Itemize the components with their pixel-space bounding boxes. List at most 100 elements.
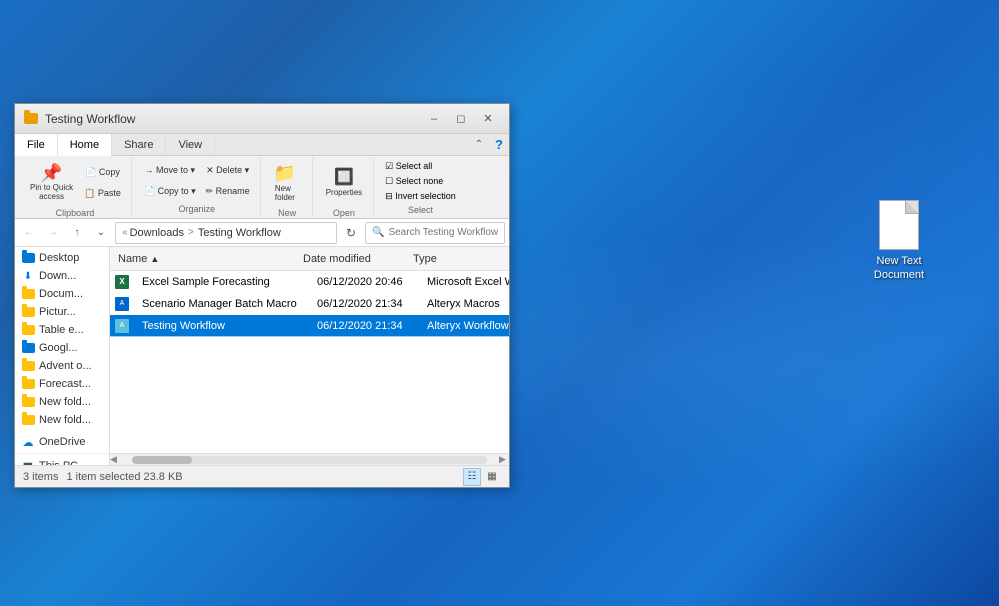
move-to-button[interactable]: → Move to ▾ (140, 161, 200, 181)
minimize-button[interactable]: ‒ (421, 109, 447, 129)
sidebar-item-desktop[interactable]: Desktop (15, 249, 109, 267)
selected-info: 1 item selected 23.8 KB (66, 471, 182, 483)
select-all-button[interactable]: ☑ Select all (382, 160, 459, 173)
organize-label: Organize (140, 202, 254, 214)
ribbon-tabs: File Home Share View ⌃ ? (15, 134, 509, 156)
tab-file[interactable]: File (15, 134, 58, 156)
open-buttons: 🔲 Properties (321, 160, 367, 206)
tab-view[interactable]: View (166, 134, 215, 155)
paste-button[interactable]: 📋 Paste (80, 184, 125, 204)
file-name-workflow: Testing Workflow (134, 320, 309, 332)
excel-file-icon: X (114, 274, 130, 290)
file-list: Name ▲ Date modified Type Size (110, 247, 509, 453)
column-header-size[interactable]: Size (505, 253, 509, 265)
search-input[interactable] (388, 227, 520, 238)
sidebar-item-table[interactable]: Table e... (15, 321, 109, 339)
search-box[interactable]: 🔍 (365, 222, 505, 244)
properties-icon: 🔲 (334, 170, 354, 186)
new-folder-button[interactable]: 📁 Newfolder (269, 160, 301, 206)
column-header-type[interactable]: Type (405, 253, 505, 265)
maximize-button[interactable]: ◻ (448, 109, 474, 129)
scroll-right-button[interactable]: ▶ (499, 454, 509, 465)
sidebar-item-google[interactable]: Googl... (15, 339, 109, 357)
title-bar-icons (23, 111, 39, 127)
recent-locations-button[interactable]: ⌄ (91, 223, 111, 243)
help-button[interactable]: ? (489, 134, 509, 154)
sidebar-item-pictures[interactable]: Pictur... (15, 303, 109, 321)
details-view-button[interactable]: ☷ (463, 468, 481, 486)
ribbon-group-open: 🔲 Properties Open (315, 158, 374, 216)
invert-selection-button[interactable]: ⊟ Invert selection (382, 190, 459, 203)
sidebar-onedrive-label: OneDrive (39, 436, 85, 448)
crumb-testing-workflow[interactable]: Testing Workflow (198, 227, 281, 239)
sidebar-onedrive-icon: ☁ (21, 435, 35, 449)
sidebar-item-new-folder-1[interactable]: New fold... (15, 393, 109, 411)
file-row-scenario-manager[interactable]: A Scenario Manager Batch Macro 06/12/202… (110, 293, 509, 315)
file-date-workflow: 06/12/2020 21:34 (309, 320, 419, 332)
address-path[interactable]: « Downloads > Testing Workflow (115, 222, 337, 244)
sidebar-new-folder-1-icon (21, 395, 35, 409)
sidebar-item-onedrive[interactable]: ☁ OneDrive (15, 433, 109, 451)
file-list-empty-space (110, 337, 509, 453)
ribbon-group-select: ☑ Select all ☐ Select none ⊟ Invert sele… (376, 158, 465, 216)
tab-home[interactable]: Home (58, 134, 112, 156)
ribbon: File Home Share View ⌃ ? 📌 Pin t (15, 134, 509, 219)
file-row-testing-workflow[interactable]: A Testing Workflow 06/12/2020 21:34 Alte… (110, 315, 509, 337)
large-icons-view-button[interactable]: ▦ (483, 468, 501, 486)
sidebar-item-forecast[interactable]: Forecast... (15, 375, 109, 393)
crumb-separator-1: « (122, 227, 128, 238)
scroll-thumb[interactable] (132, 456, 192, 464)
ribbon-group-clipboard: 📌 Pin to Quickaccess 📄 Copy 📋 Paste Clip… (19, 158, 132, 216)
tab-share[interactable]: Share (112, 134, 166, 155)
sidebar-item-this-pc[interactable]: 💻 This PC (15, 457, 109, 465)
clipboard-label: Clipboard (25, 206, 125, 218)
sidebar-downloads-label: Down... (39, 270, 76, 282)
sidebar-documents-icon (21, 287, 35, 301)
sidebar-forecast-icon (21, 377, 35, 391)
sidebar-item-downloads[interactable]: ⬇ Down... (15, 267, 109, 285)
delete-button[interactable]: ✕ Delete ▾ (202, 161, 254, 181)
alteryx-macro-file-icon: A (114, 296, 130, 312)
select-label: Select (382, 203, 459, 215)
view-controls: ☷ ▦ (463, 468, 501, 486)
sidebar: Desktop ⬇ Down... Docum... Pictur... (15, 247, 110, 465)
sidebar-item-advent[interactable]: Advent o... (15, 357, 109, 375)
column-header-date[interactable]: Date modified (295, 253, 405, 265)
alteryx-workflow-file-icon: A (114, 318, 130, 334)
text-document-icon (879, 200, 919, 250)
sidebar-item-new-folder-2[interactable]: New fold... (15, 411, 109, 429)
new-buttons: 📁 Newfolder (269, 160, 306, 206)
pin-to-quick-access-button[interactable]: 📌 Pin to Quickaccess (25, 160, 78, 206)
file-date-scenario: 06/12/2020 21:34 (309, 298, 419, 310)
properties-button[interactable]: 🔲 Properties (321, 160, 367, 206)
horizontal-scrollbar[interactable]: ◀ ▶ (110, 453, 509, 465)
select-none-button[interactable]: ☐ Select none (382, 175, 459, 188)
new-label: New (269, 206, 306, 218)
file-type-workflow: Alteryx Workflow (419, 320, 509, 332)
sidebar-forecast-label: Forecast... (39, 378, 91, 390)
forward-button[interactable]: → (43, 223, 63, 243)
copy-to-button[interactable]: 📄 Copy to ▾ (140, 182, 200, 202)
sidebar-advent-label: Advent o... (39, 360, 92, 372)
refresh-button[interactable]: ↻ (341, 223, 361, 243)
ribbon-collapse-button[interactable]: ⌃ (469, 134, 489, 154)
sidebar-desktop-icon (21, 251, 35, 265)
column-header-name[interactable]: Name ▲ (110, 253, 295, 265)
breadcrumb: « Downloads > Testing Workflow (122, 227, 281, 239)
scroll-track (132, 456, 487, 464)
sidebar-table-icon (21, 323, 35, 337)
desktop-icon-new-text-document[interactable]: New TextDocument (859, 200, 939, 283)
select-buttons: ☑ Select all ☐ Select none ⊟ Invert sele… (382, 160, 459, 203)
pin-icon: 📌 (40, 164, 62, 182)
rename-button[interactable]: ✏ Rename (202, 182, 254, 202)
file-row-excel-sample[interactable]: X Excel Sample Forecasting 06/12/2020 20… (110, 271, 509, 293)
file-list-header: Name ▲ Date modified Type Size (110, 247, 509, 271)
search-icon: 🔍 (372, 227, 384, 238)
up-button[interactable]: ↑ (67, 223, 87, 243)
copy-button[interactable]: 📄 Copy (80, 163, 125, 183)
back-button[interactable]: ← (19, 223, 39, 243)
close-button[interactable]: ✕ (475, 109, 501, 129)
sidebar-item-documents[interactable]: Docum... (15, 285, 109, 303)
crumb-downloads[interactable]: Downloads (130, 227, 184, 239)
scroll-left-button[interactable]: ◀ (110, 454, 120, 465)
